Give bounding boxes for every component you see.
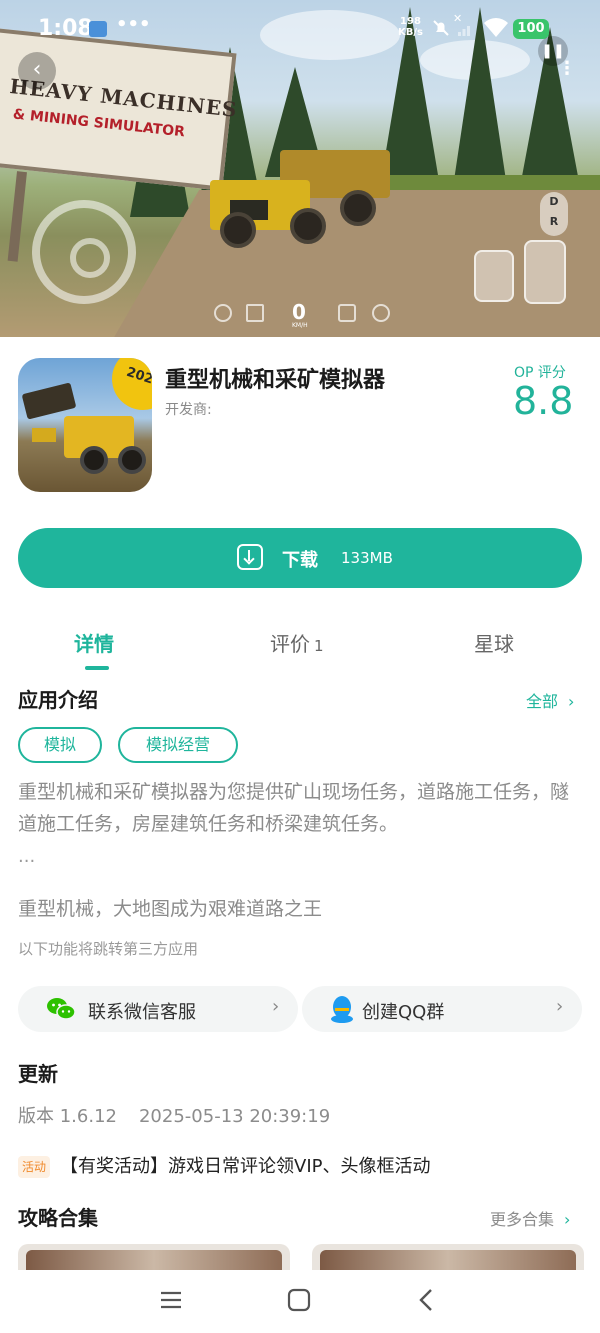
qq-group-label: 创建QQ群 xyxy=(362,1002,445,1023)
menu-icon[interactable] xyxy=(157,1286,185,1314)
wifi-icon xyxy=(484,18,508,37)
camera-icon xyxy=(338,304,356,322)
guides-more-label: 更多合集 xyxy=(490,1210,555,1229)
download-button[interactable]: 下载 133MB xyxy=(18,528,582,588)
wechat-icon xyxy=(47,998,76,1020)
more-icon[interactable]: ⋮ xyxy=(558,58,576,79)
gear-d-label: D xyxy=(549,195,559,208)
year-badge-text: 2021 xyxy=(124,364,152,391)
status-time: 1:08 xyxy=(38,16,93,41)
wechat-service-link[interactable]: 联系微信客服 › xyxy=(18,986,298,1032)
qq-group-link[interactable]: 创建QQ群 › xyxy=(302,986,582,1032)
warning-icon xyxy=(246,304,264,322)
game-hud: 0 KM/H xyxy=(0,300,600,329)
brake-pedal-icon xyxy=(474,250,514,302)
chevron-right-icon: › xyxy=(568,692,575,711)
tab-reviews[interactable]: 评价 1 xyxy=(270,628,324,657)
more-notifications-icon: ••• xyxy=(116,14,151,35)
chevron-right-icon: › xyxy=(556,996,564,1017)
app-title: 重型机械和采矿模拟器 xyxy=(165,368,386,393)
intro-title: 应用介绍 xyxy=(18,688,98,712)
download-label: 下载 xyxy=(282,550,318,571)
activity-banner[interactable]: 活动 【有奖活动】游戏日常评论领VIP、头像框活动 xyxy=(18,1152,431,1178)
guides-title: 攻略合集 xyxy=(18,1206,98,1230)
qq-icon xyxy=(331,996,353,1023)
tab-details[interactable]: 详情 xyxy=(74,628,114,657)
reset-icon xyxy=(214,304,232,322)
tag-simulation-management[interactable]: 模拟经营 xyxy=(118,727,238,763)
tab-reviews-label: 评价 xyxy=(270,632,310,656)
speed-unit: KM/H xyxy=(292,322,308,329)
download-icon xyxy=(237,544,263,570)
wechat-service-label: 联系微信客服 xyxy=(88,1002,196,1023)
description-ellipsis: ... xyxy=(18,846,36,867)
tab-reviews-count: 1 xyxy=(314,637,324,655)
net-speed-unit: KB/s xyxy=(398,27,423,38)
battery-indicator: 100 xyxy=(513,19,549,39)
update-title: 更新 xyxy=(18,1062,58,1086)
update-date: 2025-05-13 20:39:19 xyxy=(138,1106,331,1127)
app-icon: 2021 xyxy=(18,358,152,492)
score-value: 8.8 xyxy=(513,379,574,423)
intro-all-label: 全部 xyxy=(526,692,559,711)
version-info: 版本 1.6.12 2025-05-13 20:39:19 xyxy=(18,1102,330,1128)
third-party-note: 以下功能将跳转第三方应用 xyxy=(18,940,199,958)
guide-card[interactable] xyxy=(18,1244,290,1270)
tag-simulation[interactable]: 模拟 xyxy=(18,727,102,763)
dump-truck-image xyxy=(210,150,390,250)
activity-badge: 活动 xyxy=(18,1156,51,1178)
gear-selector: D R xyxy=(540,192,568,236)
status-bar: 1:08 ••• 198 KB/s ✕ 100 xyxy=(0,0,600,58)
year-badge: 2021 xyxy=(112,358,152,410)
tab-planet-label: 星球 xyxy=(474,632,514,656)
tab-details-label: 详情 xyxy=(74,632,114,656)
app-slogan: 重型机械，大地图成为艰难道路之王 xyxy=(18,898,323,920)
help-icon xyxy=(372,304,390,322)
mute-bell-icon xyxy=(433,20,449,36)
gear-r-label: R xyxy=(549,215,559,228)
speed-value: 0 xyxy=(292,300,306,324)
download-size: 133MB xyxy=(341,549,393,567)
developer-label: 开发商: xyxy=(165,402,212,418)
signal-icon xyxy=(458,26,470,36)
intro-all-link[interactable]: 全部 › xyxy=(526,688,574,712)
app-description: 重型机械和采矿模拟器为您提供矿山现场任务，道路施工任务，隧道施工任务，房屋建筑任… xyxy=(18,781,570,835)
steering-wheel-icon xyxy=(32,200,136,304)
notification-app-icon xyxy=(89,21,107,37)
tab-planet[interactable]: 星球 xyxy=(474,628,514,657)
nav-back-icon[interactable] xyxy=(413,1286,441,1314)
chevron-right-icon: › xyxy=(272,996,280,1017)
home-icon[interactable] xyxy=(285,1286,313,1314)
back-icon[interactable]: ‹ xyxy=(18,52,56,90)
chevron-right-icon: › xyxy=(564,1210,571,1229)
active-tab-indicator xyxy=(85,666,109,670)
guides-more-link[interactable]: 更多合集 › xyxy=(490,1206,570,1230)
guide-card[interactable] xyxy=(312,1244,584,1270)
hero-screenshot[interactable]: HEAVY MACHINES & MINING SIMULATOR D R 0 … xyxy=(0,0,600,337)
net-speed-value: 198 xyxy=(400,16,421,27)
system-nav-bar xyxy=(0,1270,600,1333)
gas-pedal-icon xyxy=(524,240,566,304)
network-speed: 198 KB/s xyxy=(398,16,423,38)
version-number: 版本 1.6.12 xyxy=(18,1106,117,1127)
activity-text: 【有奖活动】游戏日常评论领VIP、头像框活动 xyxy=(60,1156,431,1177)
